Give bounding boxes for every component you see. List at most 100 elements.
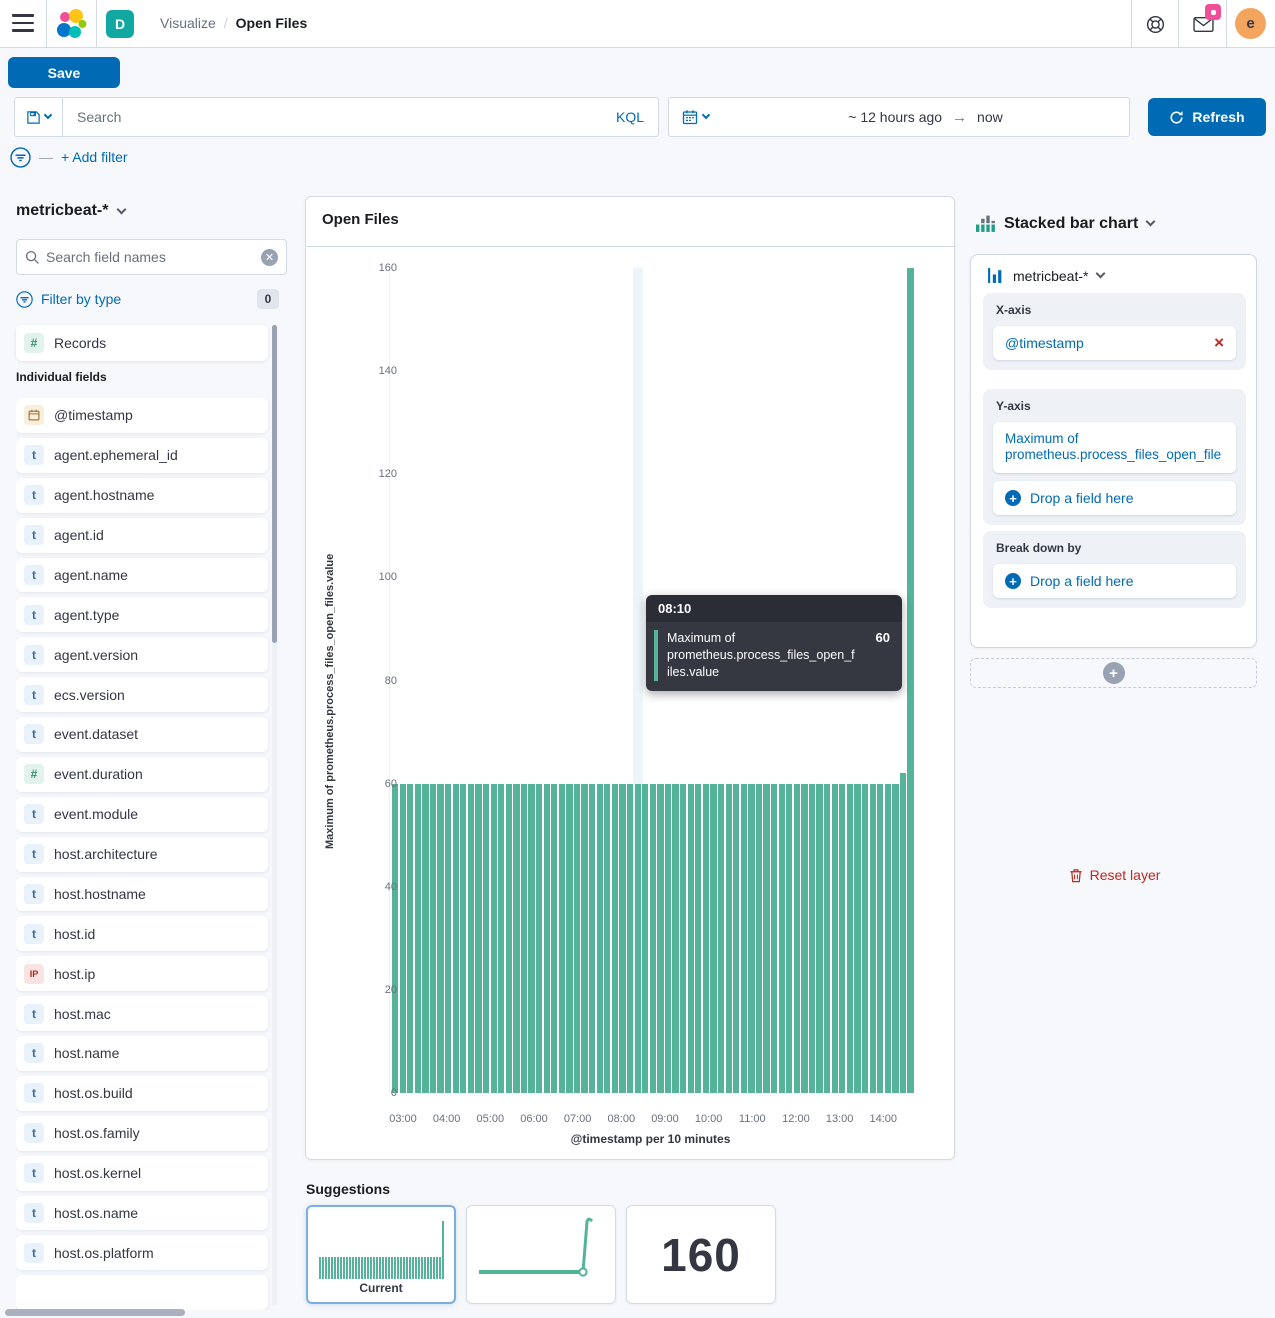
field-item[interactable]: tagent.ephemeral_id	[16, 438, 268, 473]
breadcrumb-visualize[interactable]: Visualize	[160, 15, 216, 31]
field-item[interactable]: thost.mac	[16, 996, 268, 1031]
x-tick-label: 04:00	[433, 1113, 461, 1125]
time-range-end[interactable]: now	[977, 109, 1003, 125]
add-filter-button[interactable]: + Add filter	[61, 149, 128, 165]
field-search-input[interactable]	[40, 249, 261, 265]
calendar-icon	[682, 109, 698, 125]
field-item[interactable]: #event.duration	[16, 757, 268, 792]
field-name: event.module	[54, 806, 138, 822]
add-layer-button[interactable]: +	[970, 658, 1257, 688]
saved-query-menu-button[interactable]	[15, 98, 63, 136]
y-axis-dimension[interactable]: Maximum of prometheus.process_files_open…	[993, 422, 1236, 473]
field-item[interactable]: thost.name	[16, 1036, 268, 1071]
bar	[786, 784, 792, 1093]
number-token-icon: #	[24, 333, 44, 353]
remove-dimension-icon[interactable]: ×	[1214, 337, 1224, 349]
field-name: host.os.platform	[54, 1245, 154, 1261]
space-avatar[interactable]: D	[106, 10, 134, 38]
suggestion-current[interactable]: Current	[306, 1205, 456, 1304]
time-range-control[interactable]: ~ 12 hours ago → now	[722, 97, 1130, 137]
field-item[interactable]: thost.os.build	[16, 1076, 268, 1111]
bar	[688, 784, 694, 1093]
suggestion-line-chart[interactable]	[466, 1205, 616, 1304]
records-field[interactable]: # Records	[16, 325, 268, 361]
bar	[445, 784, 451, 1093]
mini-bar	[424, 1257, 426, 1279]
suggestion-bar-preview	[319, 1217, 445, 1279]
help-button[interactable]	[1143, 12, 1167, 36]
search-icon	[25, 250, 40, 265]
chevron-down-icon	[117, 204, 127, 214]
field-name: event.duration	[54, 766, 143, 782]
pinned-filters-icon[interactable]	[10, 147, 31, 168]
mini-bar	[415, 1257, 417, 1279]
field-item[interactable]: tagent.name	[16, 558, 268, 593]
clear-search-icon[interactable]: ✕	[261, 249, 278, 266]
x-axis-label: X-axis	[996, 303, 1236, 317]
bar	[627, 784, 633, 1093]
field-item[interactable]: thost.os.family	[16, 1116, 268, 1151]
x-axis-field[interactable]: @timestamp	[1005, 335, 1084, 351]
field-item[interactable]: thost.id	[16, 916, 268, 951]
chart-type-switcher[interactable]: Stacked bar chart	[976, 214, 1154, 233]
time-range-start[interactable]: ~ 12 hours ago	[848, 109, 942, 125]
filter-by-type-button[interactable]: Filter by type	[41, 291, 121, 307]
fields-scrollbar-thumb[interactable]	[272, 325, 277, 643]
mini-bar	[325, 1257, 327, 1279]
field-item[interactable]: IPhost.ip	[16, 956, 268, 991]
field-item[interactable]: tevent.module	[16, 797, 268, 832]
field-item[interactable]: tecs.version	[16, 677, 268, 712]
x-tick-label: 10:00	[695, 1113, 723, 1125]
bar	[809, 784, 815, 1093]
field-item[interactable]: thost.hostname	[16, 877, 268, 912]
reset-layer-button[interactable]: Reset layer	[971, 867, 1258, 883]
field-item[interactable]: thost.os.kernel	[16, 1156, 268, 1191]
horizontal-scrollbar[interactable]	[5, 1309, 185, 1316]
field-item[interactable]: @timestamp	[16, 398, 268, 433]
breakdown-drop-target[interactable]: + Drop a field here	[993, 564, 1236, 598]
x-tick-label: 14:00	[869, 1113, 897, 1125]
x-axis-dimension[interactable]: @timestamp ×	[993, 326, 1236, 360]
bar	[506, 784, 512, 1093]
menu-icon[interactable]	[12, 14, 34, 34]
bar	[779, 784, 785, 1093]
field-name: host.architecture	[54, 846, 158, 862]
kql-language-button[interactable]: KQL	[602, 109, 658, 125]
bar	[544, 784, 550, 1093]
field-item[interactable]: thost.os.platform	[16, 1235, 268, 1270]
mini-bar	[403, 1257, 405, 1279]
elastic-logo[interactable]	[55, 8, 87, 40]
index-pattern-switcher[interactable]: metricbeat-*	[16, 202, 125, 220]
help-icon	[1146, 15, 1165, 34]
suggestion-metric[interactable]: 160	[626, 1205, 776, 1304]
field-name: agent.ephemeral_id	[54, 447, 178, 463]
field-item[interactable]: tagent.version	[16, 637, 268, 672]
user-avatar[interactable]: e	[1235, 8, 1266, 39]
field-item[interactable]: thost.architecture	[16, 837, 268, 872]
filter-by-type-row: Filter by type 0	[16, 288, 279, 310]
bar	[892, 784, 898, 1093]
search-input[interactable]	[63, 109, 602, 125]
string-token-icon: t	[24, 1163, 44, 1183]
refresh-button[interactable]: Refresh	[1148, 98, 1266, 136]
mini-bar	[418, 1257, 420, 1279]
field-item[interactable]: tevent.dataset	[16, 717, 268, 752]
field-item[interactable]: tagent.id	[16, 518, 268, 553]
bar	[566, 784, 572, 1093]
y-axis-drop-target[interactable]: + Drop a field here	[993, 481, 1236, 515]
field-item[interactable]: tagent.hostname	[16, 478, 268, 513]
layer-index-pattern-switcher[interactable]: metricbeat-*	[987, 267, 1104, 284]
y-axis-field[interactable]: Maximum of prometheus.process_files_open…	[1005, 431, 1224, 464]
panel-divider	[306, 246, 954, 247]
field-search-box: ✕	[16, 239, 287, 275]
mini-bar	[331, 1257, 333, 1279]
mini-bar	[337, 1257, 339, 1279]
bar	[604, 784, 610, 1093]
save-button[interactable]: Save	[8, 57, 120, 88]
field-item[interactable]: thost.os.name	[16, 1196, 268, 1231]
field-item[interactable]: tagent.type	[16, 597, 268, 632]
bar	[422, 784, 428, 1093]
bar	[695, 784, 701, 1093]
bar	[430, 784, 436, 1093]
date-picker-menu-button[interactable]	[668, 97, 723, 137]
